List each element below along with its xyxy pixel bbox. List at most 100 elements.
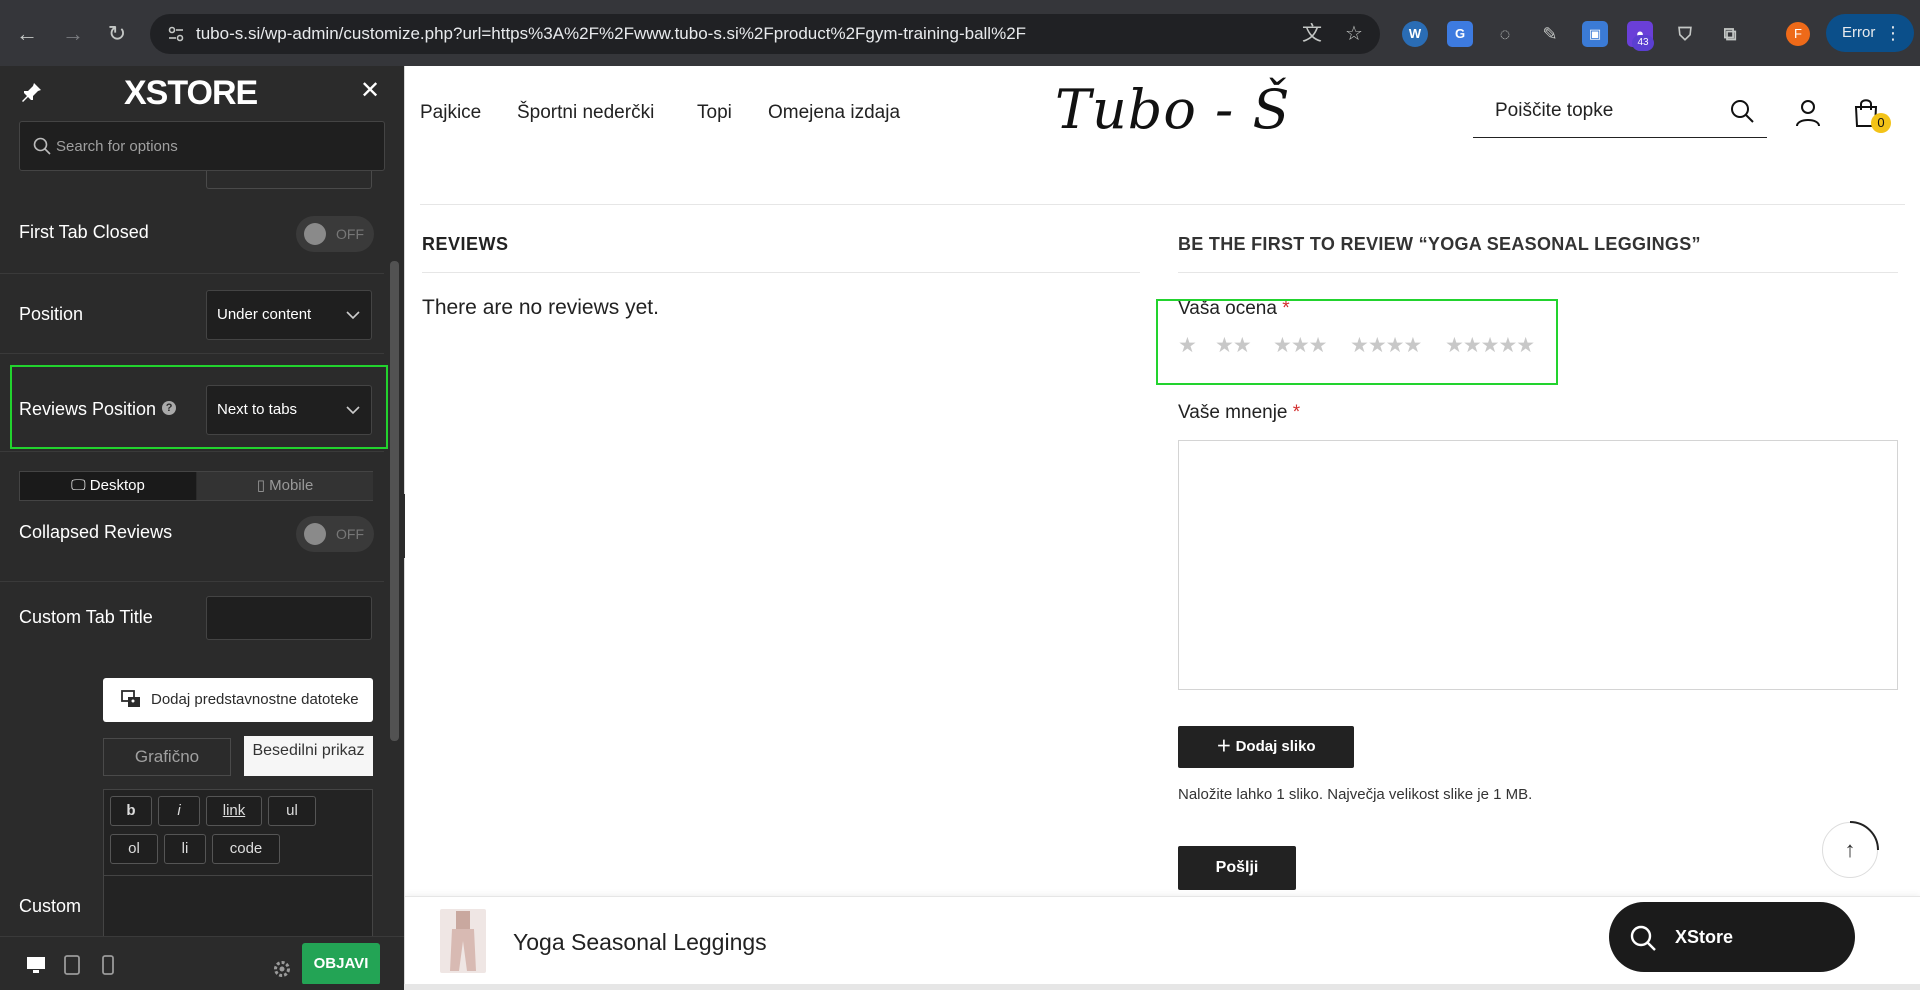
menu-item-topi[interactable]: Topi: [697, 102, 732, 124]
mobile-preview-icon[interactable]: [98, 955, 118, 975]
sidebar-scrollbar[interactable]: [390, 261, 399, 741]
media-icon: [121, 690, 140, 707]
loader-icon[interactable]: ◌: [1492, 21, 1518, 47]
pin-icon[interactable]: [20, 80, 44, 104]
sidebar-header: XSTORE ✕: [0, 66, 404, 118]
site-info-icon[interactable]: [166, 24, 186, 44]
qt-italic-button[interactable]: i: [158, 796, 200, 826]
user-icon[interactable]: [1795, 99, 1821, 127]
google-translate-icon[interactable]: G: [1447, 21, 1473, 47]
divider: [1178, 272, 1898, 273]
menu-item-omejena-izdaja[interactable]: Omejena izdaja: [768, 102, 900, 124]
custom-tab-title-input[interactable]: [206, 596, 372, 640]
forward-icon[interactable]: →: [58, 19, 88, 49]
site-logo[interactable]: Tubo - Š: [1055, 78, 1290, 141]
site-preview: Pajkice Športni nederčki Topi Omejena iz…: [405, 66, 1920, 990]
scroll-progress-ring: [1849, 821, 1879, 851]
first-tab-closed-toggle[interactable]: OFF: [296, 216, 374, 252]
editor-tab-visual[interactable]: Grafično: [103, 738, 231, 776]
qt-code-button[interactable]: code: [212, 834, 280, 864]
product-thumbnail[interactable]: [440, 909, 486, 973]
cart-count-badge: 0: [1871, 113, 1891, 133]
plus-icon: ＋: [1216, 738, 1232, 755]
required-mark: *: [1292, 402, 1301, 423]
submit-review-button[interactable]: Pošlji: [1178, 846, 1296, 890]
url-text[interactable]: tubo-s.si/wp-admin/customize.php?url=htt…: [196, 24, 1026, 44]
search-icon[interactable]: [1729, 98, 1755, 124]
toggle-state: OFF: [336, 526, 364, 542]
xstore-logo: XSTORE: [124, 74, 258, 112]
publish-button[interactable]: OBJAVI: [302, 943, 380, 985]
upload-note: Naložite lahko 1 sliko. Največja velikos…: [1178, 786, 1533, 803]
add-media-button[interactable]: Dodaj predstavnostne datoteke: [103, 678, 373, 722]
position-select[interactable]: Under content: [206, 290, 372, 340]
rating-highlight: [1156, 299, 1558, 385]
reviews-heading: REVIEWS: [422, 234, 509, 254]
reload-icon[interactable]: ↻: [102, 19, 132, 49]
bottom-edge-left: [0, 984, 404, 990]
add-media-label: Dodaj predstavnostne datoteke: [151, 691, 359, 708]
position-row: Position Under content: [0, 274, 384, 354]
customizer-sidebar: XSTORE ✕ First Tab Closed OFF Position U…: [0, 66, 404, 990]
site-search[interactable]: Poiščite topke: [1473, 86, 1767, 138]
tablet-preview-icon[interactable]: [62, 955, 82, 975]
error-chip[interactable]: Error ⋮: [1826, 14, 1914, 52]
gear-icon[interactable]: [272, 959, 292, 979]
first-tab-closed-row: First Tab Closed OFF: [0, 194, 384, 274]
sidebar-footer: OBJAVI: [0, 936, 404, 990]
opinion-label: Vaše mnenje *: [1178, 402, 1301, 423]
desktop-preview-icon[interactable]: [26, 955, 46, 975]
first-tab-closed-label: First Tab Closed: [19, 222, 149, 242]
xstore-docs-button[interactable]: XStore Documentation: [1609, 902, 1855, 972]
sticky-product-name: Yoga Seasonal Leggings: [513, 929, 767, 955]
no-reviews-text: There are no reviews yet.: [422, 296, 659, 319]
review-textarea[interactable]: [1178, 440, 1898, 690]
divider: [420, 204, 1905, 205]
back-icon[interactable]: ←: [12, 19, 42, 49]
extension-count-badge: 43: [1632, 35, 1654, 51]
collapsed-reviews-row: Collapsed Reviews OFF: [0, 502, 384, 582]
address-bar[interactable]: tubo-s.si/wp-admin/customize.php?url=htt…: [150, 14, 1380, 54]
options-search[interactable]: [19, 121, 385, 171]
review-form-heading: BE THE FIRST TO REVIEW “YOGA SEASONAL LE…: [1178, 234, 1701, 254]
search-icon: [33, 137, 51, 155]
toggle-knob: [304, 523, 326, 545]
qt-link-button[interactable]: link: [206, 796, 262, 826]
docs-label: XStore Documentation: [1675, 927, 1734, 947]
screen-capture-icon[interactable]: ▣: [1582, 21, 1608, 47]
reviews-position-highlight: [10, 365, 388, 449]
divider: [422, 272, 1140, 273]
profile-avatar[interactable]: F: [1786, 22, 1810, 46]
custom-tab-label: Custom Tab: [19, 896, 82, 916]
extensions-icon[interactable]: ⧉: [1717, 21, 1743, 47]
device-tabs: 🖵 Desktop ▯ Mobile: [19, 471, 373, 501]
close-icon[interactable]: ✕: [358, 76, 382, 105]
editor-tab-text[interactable]: Besedilni prikaz: [244, 736, 373, 776]
options-search-input[interactable]: [56, 122, 376, 170]
qt-ul-button[interactable]: ul: [268, 796, 316, 826]
add-image-button[interactable]: ＋ Dodaj sliko: [1178, 726, 1354, 768]
menu-dots-icon[interactable]: ⋮: [1884, 14, 1902, 52]
wordpress-icon[interactable]: W: [1402, 21, 1428, 47]
shield-icon[interactable]: ⛉: [1672, 21, 1698, 47]
tab-desktop[interactable]: 🖵 Desktop: [20, 472, 196, 500]
truncated-field: [206, 171, 372, 189]
menu-item-sportni-nedercki[interactable]: Športni nederčki: [517, 102, 654, 124]
toggle-knob: [304, 223, 326, 245]
qt-bold-button[interactable]: b: [110, 796, 152, 826]
error-label: Error: [1842, 24, 1876, 41]
tab-mobile[interactable]: ▯ Mobile: [197, 472, 373, 500]
qt-li-button[interactable]: li: [164, 834, 206, 864]
translate-icon[interactable]: 文: [1300, 22, 1324, 46]
browser-toolbar: ← → ↻ tubo-s.si/wp-admin/customize.php?u…: [0, 0, 1920, 66]
site-header: Pajkice Športni nederčki Topi Omejena iz…: [405, 66, 1920, 162]
bookmark-star-icon[interactable]: ☆: [1342, 22, 1366, 46]
toggle-state: OFF: [336, 226, 364, 242]
eyedropper-icon[interactable]: ✎: [1537, 21, 1563, 47]
site-search-placeholder: Poiščite topke: [1495, 100, 1614, 121]
quicktags-toolbar: b i link ul ol li code: [104, 790, 372, 876]
custom-tab-title-label: Custom Tab Title: [19, 607, 153, 627]
menu-item-pajkice[interactable]: Pajkice: [420, 102, 481, 124]
qt-ol-button[interactable]: ol: [110, 834, 158, 864]
collapsed-reviews-toggle[interactable]: OFF: [296, 516, 374, 552]
